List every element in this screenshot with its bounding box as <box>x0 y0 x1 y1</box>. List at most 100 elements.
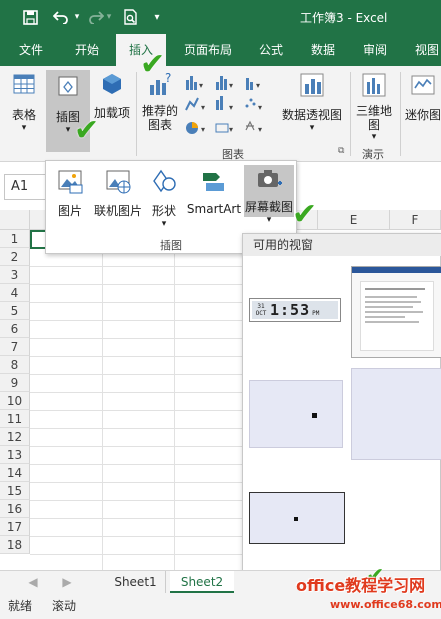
row-header[interactable]: 17 <box>0 518 30 536</box>
store-icon <box>103 74 121 94</box>
row-header[interactable]: 12 <box>0 428 30 446</box>
row-header[interactable]: 9 <box>0 374 30 392</box>
redo-icon[interactable] <box>86 8 106 26</box>
row-header[interactable]: 14 <box>0 464 30 482</box>
shapes-button[interactable]: 形状 ▾ <box>146 167 182 229</box>
window-thumbnail-document[interactable] <box>351 266 441 358</box>
window-title: 工作簿3 - Excel <box>300 11 388 25</box>
ribbon-tabs: 文件 开始 插入 页面布局 公式 数据 审阅 视图 <box>0 34 441 68</box>
column-header[interactable]: F <box>390 210 441 230</box>
window-thumbnail-clock[interactable]: 31 OCT 1:53 PM <box>249 298 341 322</box>
excel-window: ▾ ▾ ▾ 工作簿3 - Excel 文件 开始 插入 页面布局 公式 数据 审… <box>0 0 441 619</box>
name-box[interactable]: A1 <box>4 174 48 200</box>
window-thumbnail-blank-1[interactable] <box>249 380 343 448</box>
sparkline-button[interactable]: 迷你图 <box>402 72 441 123</box>
3d-map-dropdown-icon: ▾ <box>371 132 377 142</box>
clock-date: 31 OCT <box>255 303 267 317</box>
gridline <box>30 320 245 321</box>
undo-icon[interactable] <box>50 8 72 26</box>
watermark-title: office教程学习网 <box>296 576 426 595</box>
row-header[interactable]: 4 <box>0 284 30 302</box>
gridline <box>30 356 245 357</box>
table-icon <box>13 74 35 94</box>
gridline <box>30 518 245 519</box>
tab-home[interactable]: 开始 <box>64 34 110 66</box>
gridline <box>30 266 245 267</box>
customize-toolbar-icon[interactable]: ▾ <box>150 8 164 26</box>
table-button[interactable]: 表格 ▾ <box>6 72 42 133</box>
row-header[interactable]: 5 <box>0 302 30 320</box>
row-header[interactable]: 10 <box>0 392 30 410</box>
row-header[interactable]: 3 <box>0 266 30 284</box>
sheet-tab-sheet2[interactable]: Sheet2 <box>170 571 234 593</box>
addins-label: 加载项 <box>94 106 131 120</box>
row-header[interactable]: 6 <box>0 320 30 338</box>
row-header[interactable]: 15 <box>0 482 30 500</box>
addins-button[interactable]: 加载项 <box>94 72 130 120</box>
tab-file[interactable]: 文件 <box>8 34 54 66</box>
dialog-launcher-icon[interactable]: ⧉ <box>338 146 344 156</box>
picture-button[interactable]: 图片 <box>52 167 88 219</box>
svg-text:▾: ▾ <box>229 81 233 90</box>
save-icon[interactable] <box>20 8 40 26</box>
row-header[interactable]: 16 <box>0 500 30 518</box>
column-header[interactable]: E <box>318 210 390 230</box>
scroll-right-icon[interactable]: ▶ <box>60 571 74 593</box>
row-header[interactable]: 18 <box>0 536 30 554</box>
shapes-dropdown-icon: ▾ <box>161 219 167 229</box>
row-header[interactable]: 8 <box>0 356 30 374</box>
svg-text:▾: ▾ <box>201 125 205 134</box>
row-header[interactable]: 7 <box>0 338 30 356</box>
gridline <box>174 230 175 570</box>
gridline <box>30 374 245 375</box>
window-thumbnail-blank-2[interactable] <box>351 368 441 460</box>
tab-review[interactable]: 审阅 <box>354 34 396 66</box>
row-header[interactable]: 11 <box>0 410 30 428</box>
svg-text:▾: ▾ <box>256 81 260 90</box>
tab-page-layout[interactable]: 页面布局 <box>176 34 240 66</box>
scroll-left-icon[interactable]: ◀ <box>26 571 40 593</box>
separator <box>350 72 351 156</box>
thumbnail-titlebar <box>352 267 441 273</box>
table-dropdown-icon: ▾ <box>21 123 27 133</box>
pivot-chart-icon <box>300 73 324 97</box>
gridline <box>102 230 103 570</box>
window-thumbnail-blank-3[interactable] <box>249 492 345 544</box>
group-label-tours: 演示 <box>362 148 384 161</box>
gridline <box>30 392 245 393</box>
tab-view[interactable]: 视图 <box>406 34 441 66</box>
clock-time: 1:53 <box>270 301 311 319</box>
pivot-chart-label: 数据透视图 <box>281 108 342 122</box>
chart-type-gallery: ▾ ▾ ▾ ▾ ▾ ▾ ▾ ▾ ▾ <box>184 74 274 142</box>
status-ready: 就绪 <box>8 599 33 613</box>
svg-text:?: ? <box>165 72 171 85</box>
sparkline-label: 迷你图 <box>404 108 441 122</box>
screenshot-button[interactable]: 屏幕截图 ▾ <box>244 165 294 225</box>
3d-map-label: 三维地图 <box>355 104 392 132</box>
print-preview-icon[interactable] <box>120 8 140 26</box>
gridline <box>30 464 245 465</box>
online-picture-button[interactable]: 联机图片 <box>92 167 144 219</box>
sparkline-icon <box>411 75 435 95</box>
redo-dropdown-icon[interactable]: ▾ <box>104 8 114 26</box>
row-header[interactable]: 2 <box>0 248 30 266</box>
picture-icon <box>58 170 83 194</box>
pivot-chart-dropdown-icon: ▾ <box>309 123 315 133</box>
table-label: 表格 <box>11 108 36 122</box>
online-picture-icon <box>106 170 131 194</box>
svg-text:▾: ▾ <box>258 103 262 112</box>
check-mark-icon: ✔ <box>140 47 166 82</box>
row-header[interactable]: 13 <box>0 446 30 464</box>
select-all-corner[interactable] <box>0 210 30 230</box>
tab-formulas[interactable]: 公式 <box>250 34 292 66</box>
online-picture-label: 联机图片 <box>93 204 142 218</box>
sheet-tab-sheet1[interactable]: Sheet1 <box>106 571 166 593</box>
smartart-button[interactable]: SmartArt <box>186 167 242 216</box>
pivot-chart-button[interactable]: 数据透视图 ▾ <box>280 72 344 133</box>
undo-dropdown-icon[interactable]: ▾ <box>72 8 82 26</box>
3d-map-button[interactable]: 三维地图 ▾ <box>352 72 396 142</box>
tab-data[interactable]: 数据 <box>302 34 344 66</box>
thumbnail-page <box>360 281 434 351</box>
row-header[interactable]: 1 <box>0 230 30 248</box>
available-windows-header: 可用的视窗 <box>243 234 441 256</box>
